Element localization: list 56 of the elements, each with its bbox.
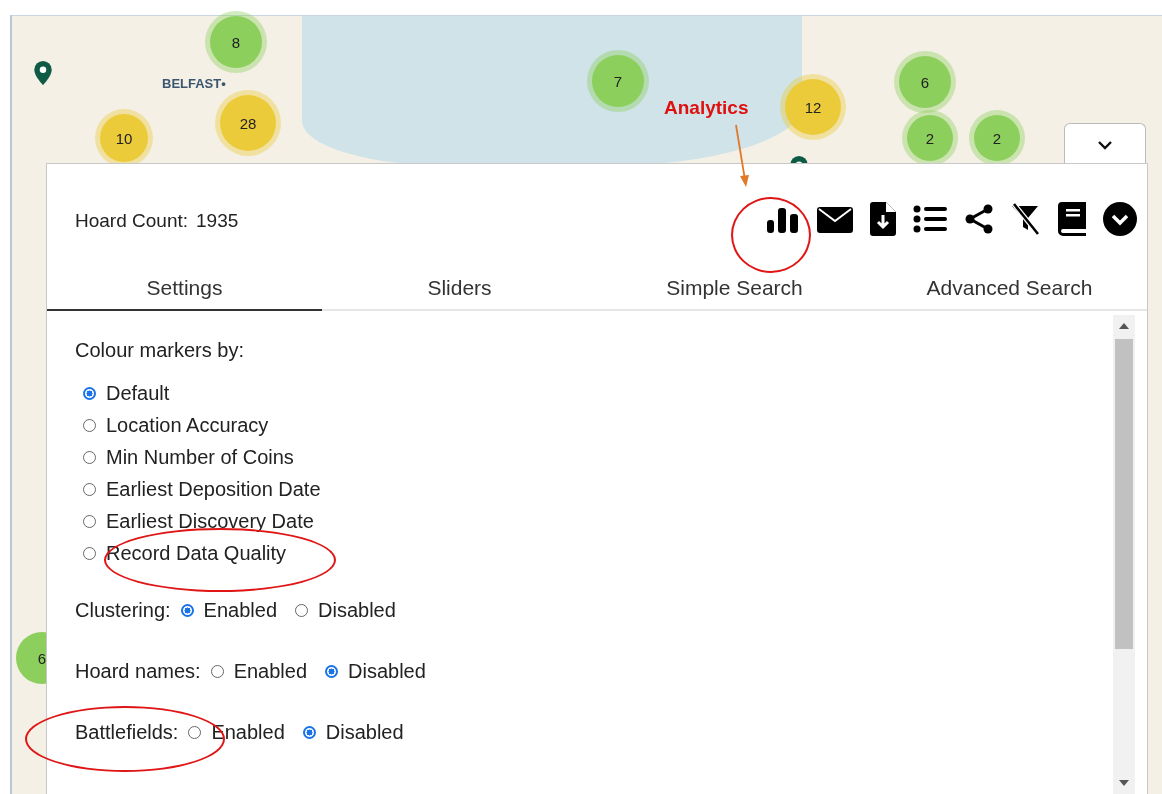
map-pin-icon	[34, 61, 52, 85]
filter-off-icon[interactable]	[1011, 203, 1041, 235]
map-cluster[interactable]: 6	[899, 56, 951, 108]
radio-button[interactable]	[83, 547, 96, 560]
radio-button[interactable]	[302, 726, 316, 739]
map-cluster[interactable]: 2	[974, 115, 1020, 161]
map-cluster[interactable]: 10	[100, 114, 148, 162]
scrollbar[interactable]	[1113, 315, 1135, 794]
list-icon[interactable]	[913, 205, 947, 233]
radio-button[interactable]	[83, 515, 96, 528]
map-cluster[interactable]: 28	[220, 95, 276, 151]
tab[interactable]: Settings	[47, 270, 322, 311]
radio-button[interactable]	[180, 604, 194, 617]
radio-button[interactable]	[210, 665, 224, 678]
radio-label[interactable]: Disabled	[318, 599, 396, 622]
radio-label[interactable]: Default	[106, 382, 170, 405]
tab[interactable]: Simple Search	[597, 270, 872, 311]
scroll-down-icon[interactable]	[1119, 780, 1129, 786]
radio-label[interactable]: Location Accuracy	[106, 414, 269, 437]
radio-button[interactable]	[83, 419, 96, 432]
chevron-down-icon	[1097, 139, 1113, 150]
radio-label[interactable]: Min Number of Coins	[106, 446, 294, 469]
city-label: BELFAST•	[162, 76, 226, 91]
radio-button[interactable]	[325, 665, 339, 678]
map-cluster[interactable]: 6	[16, 632, 48, 684]
hoard-count-label: Hoard Count:	[75, 210, 188, 232]
annotation-arrow	[734, 124, 750, 188]
book-icon[interactable]	[1058, 202, 1086, 236]
file-download-icon[interactable]	[870, 202, 896, 236]
radio-label[interactable]: Enabled	[203, 599, 277, 622]
setting-label: Clustering:	[75, 599, 171, 622]
radio-label[interactable]: Earliest Deposition Date	[106, 478, 321, 501]
radio-button[interactable]	[188, 726, 202, 739]
radio-button[interactable]	[295, 604, 308, 617]
map-cluster[interactable]: 2	[907, 115, 953, 161]
radio-label[interactable]: Enabled	[233, 660, 308, 683]
radio-label[interactable]: Disabled	[348, 660, 426, 683]
map-cluster[interactable]: 12	[785, 79, 841, 135]
scroll-up-icon[interactable]	[1119, 323, 1129, 329]
section-label: Colour markers by:	[75, 339, 245, 362]
setting-label: Hoard names:	[75, 660, 201, 683]
chevron-circle-icon[interactable]	[1103, 202, 1137, 236]
hoard-count-value: 1935	[196, 210, 239, 232]
share-icon[interactable]	[964, 204, 994, 234]
annotation-label: Analytics	[664, 97, 749, 119]
radio-label[interactable]: Disabled	[325, 721, 404, 744]
tab[interactable]: Sliders	[322, 270, 597, 311]
map-cluster[interactable]: 8	[210, 16, 262, 68]
radio-label[interactable]: Earliest Discovery Date	[106, 510, 314, 533]
radio-button[interactable]	[83, 387, 96, 400]
email-icon[interactable]	[817, 205, 853, 233]
radio-button[interactable]	[83, 483, 96, 496]
radio-label[interactable]: Record Data Quality	[106, 542, 287, 565]
tab[interactable]: Advanced Search	[872, 270, 1147, 311]
radio-button[interactable]	[83, 451, 96, 464]
setting-label: Battlefields:	[75, 721, 179, 744]
